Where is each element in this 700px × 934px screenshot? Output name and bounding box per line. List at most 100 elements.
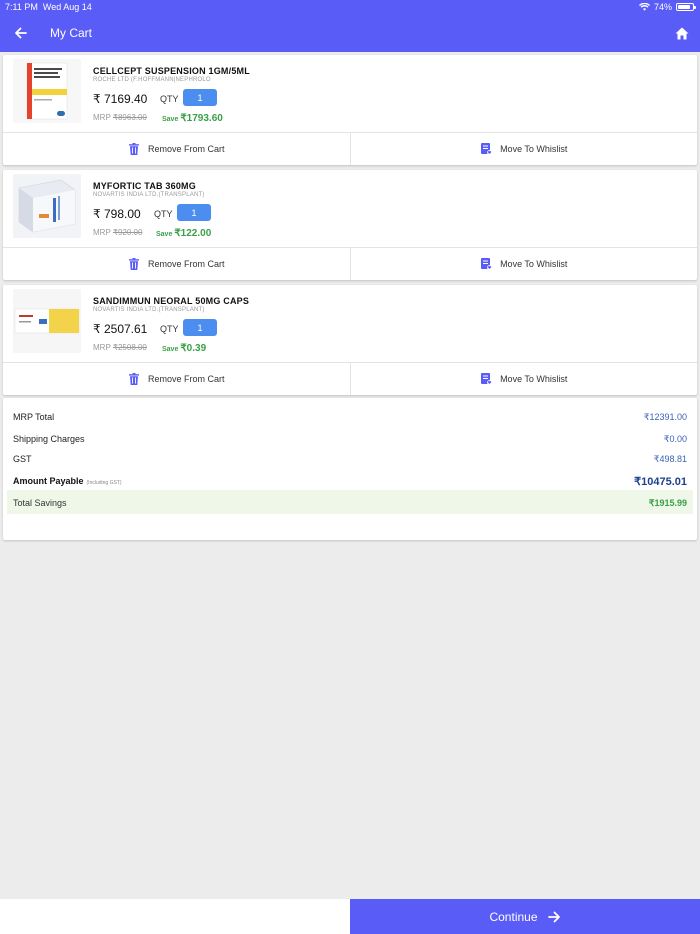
product-name: SANDIMMUN NEORAL 50MG CAPS	[93, 296, 250, 306]
mrp-value: ₹8963.00	[112, 113, 147, 122]
remove-label: Remove From Cart	[147, 144, 225, 154]
qty-label: QTY	[154, 209, 173, 219]
cart-item-details: CELLCEPT SUSPENSION 1GM/5ML ROCHE LTD (F…	[3, 55, 697, 132]
qty-selector[interactable]: 1	[183, 319, 217, 336]
remove-label: Remove From Cart	[147, 259, 225, 269]
trash-icon	[128, 143, 140, 155]
amount-payable-row: Amount Payable (Including GST) ₹10475.01	[3, 470, 697, 490]
mrp-label: MRP	[93, 343, 111, 352]
amount-payable-label: Amount Payable	[13, 476, 84, 486]
app-header: 7:11 PM Wed Aug 14 74% My Cart	[0, 0, 700, 52]
price-summary: MRP Total ₹12391.00 Shipping Charges ₹0.…	[3, 398, 697, 540]
mrp-value: ₹920.00	[112, 228, 143, 237]
cart-item-actions: Remove From Cart Move To Whislist	[3, 132, 697, 165]
product-name: CELLCEPT SUSPENSION 1GM/5ML	[93, 66, 250, 76]
amount-payable-label-group: Amount Payable (Including GST)	[13, 476, 122, 486]
product-mrp: MRP ₹920.00	[93, 228, 142, 237]
cart-item: MYFORTIC TAB 360MG NOVARTIS INDIA LTD.(T…	[3, 170, 697, 280]
move-to-wishlist-button[interactable]: Move To Whislist	[349, 248, 698, 280]
save-label: Save	[162, 346, 179, 353]
product-manufacturer: NOVARTIS INDIA LTD.(TRANSPLANT)	[93, 307, 205, 313]
app-bar: My Cart	[0, 20, 700, 46]
status-time-date: 7:11 PM Wed Aug 14	[5, 2, 92, 12]
remove-label: Remove From Cart	[147, 374, 225, 384]
remove-from-cart-button[interactable]: Remove From Cart	[3, 248, 350, 280]
mrp-total-row: MRP Total ₹12391.00	[3, 406, 697, 426]
mrp-total-value: ₹12391.00	[643, 412, 687, 422]
product-price: ₹ 7169.40	[93, 92, 148, 106]
product-mrp: MRP ₹8963.00	[93, 113, 147, 122]
qty-label: QTY	[160, 324, 179, 334]
cart-item: CELLCEPT SUSPENSION 1GM/5ML ROCHE LTD (F…	[3, 55, 697, 165]
wishlist-icon	[480, 373, 492, 385]
product-manufacturer: NOVARTIS INDIA LTD.(TRANSPLANT)	[93, 192, 205, 198]
product-price: ₹ 2507.61	[93, 322, 148, 336]
product-savings: Save ₹1793.60	[162, 113, 223, 124]
continue-button[interactable]: Continue	[350, 899, 700, 934]
product-price: ₹ 798.00	[93, 207, 141, 221]
product-manufacturer: ROCHE LTD (F.HOFFMANN|NEPHROLO	[93, 77, 211, 83]
cart-item-actions: Remove From Cart Move To Whislist	[3, 247, 697, 280]
wishlist-icon	[480, 143, 492, 155]
cart-item-details: MYFORTIC TAB 360MG NOVARTIS INDIA LTD.(T…	[3, 170, 697, 247]
amount-payable-note: (Including GST)	[86, 480, 122, 486]
shipping-row: Shipping Charges ₹0.00	[3, 428, 697, 448]
save-value: ₹1793.60	[180, 113, 223, 124]
wishlist-label: Move To Whislist	[500, 144, 568, 154]
cart-item-details: SANDIMMUN NEORAL 50MG CAPS NOVARTIS INDI…	[3, 285, 697, 362]
remove-from-cart-button[interactable]: Remove From Cart	[3, 363, 350, 395]
home-button[interactable]	[672, 23, 692, 43]
cart-item: SANDIMMUN NEORAL 50MG CAPS NOVARTIS INDI…	[3, 285, 697, 395]
product-savings: Save ₹122.00	[156, 228, 211, 239]
save-value: ₹0.39	[180, 343, 207, 354]
product-image	[13, 289, 81, 353]
qty-selector[interactable]: 1	[183, 89, 217, 106]
gst-row: GST ₹498.81	[3, 448, 697, 468]
back-button[interactable]	[10, 23, 30, 43]
bottom-bar: Continue	[0, 899, 700, 934]
wishlist-icon	[480, 258, 492, 270]
product-name: MYFORTIC TAB 360MG	[93, 181, 196, 191]
status-right: 74%	[638, 2, 696, 12]
battery-percent: 74%	[653, 2, 672, 12]
amount-payable-value: ₹10475.01	[634, 476, 687, 488]
status-time: 7:11 PM	[5, 2, 38, 12]
trash-icon	[128, 373, 140, 385]
save-value: ₹122.00	[174, 228, 212, 239]
bottom-left-panel	[0, 899, 350, 934]
total-savings-value: ₹1915.99	[648, 498, 687, 508]
status-bar: 7:11 PM Wed Aug 14 74%	[0, 0, 700, 14]
wishlist-label: Move To Whislist	[500, 374, 568, 384]
arrow-left-icon	[14, 27, 27, 39]
gst-label: GST	[13, 454, 32, 464]
product-savings: Save ₹0.39	[162, 343, 206, 354]
cart-item-actions: Remove From Cart Move To Whislist	[3, 362, 697, 395]
home-icon	[675, 27, 689, 39]
qty-selector[interactable]: 1	[177, 204, 211, 221]
remove-from-cart-button[interactable]: Remove From Cart	[3, 133, 350, 165]
wifi-icon	[638, 3, 650, 11]
product-image	[13, 59, 81, 123]
mrp-total-label: MRP Total	[13, 412, 55, 422]
battery-icon	[676, 3, 696, 11]
product-image	[13, 174, 81, 238]
move-to-wishlist-button[interactable]: Move To Whislist	[349, 133, 698, 165]
trash-icon	[128, 258, 140, 270]
product-mrp: MRP ₹2508.00	[93, 343, 147, 352]
wishlist-label: Move To Whislist	[500, 259, 568, 269]
mrp-value: ₹2508.00	[112, 343, 147, 352]
status-date: Wed Aug 14	[42, 2, 92, 12]
save-label: Save	[162, 116, 179, 123]
qty-label: QTY	[160, 94, 179, 104]
total-savings-row: Total Savings ₹1915.99	[7, 490, 693, 514]
total-savings-label: Total Savings	[13, 498, 67, 508]
shipping-label: Shipping Charges	[13, 434, 85, 444]
continue-label: Continue	[489, 909, 538, 924]
mrp-label: MRP	[93, 228, 111, 237]
mrp-label: MRP	[93, 113, 111, 122]
gst-value: ₹498.81	[653, 454, 687, 464]
move-to-wishlist-button[interactable]: Move To Whislist	[349, 363, 698, 395]
page-title: My Cart	[50, 26, 92, 40]
arrow-right-icon	[547, 911, 560, 922]
shipping-value: ₹0.00	[663, 434, 687, 444]
